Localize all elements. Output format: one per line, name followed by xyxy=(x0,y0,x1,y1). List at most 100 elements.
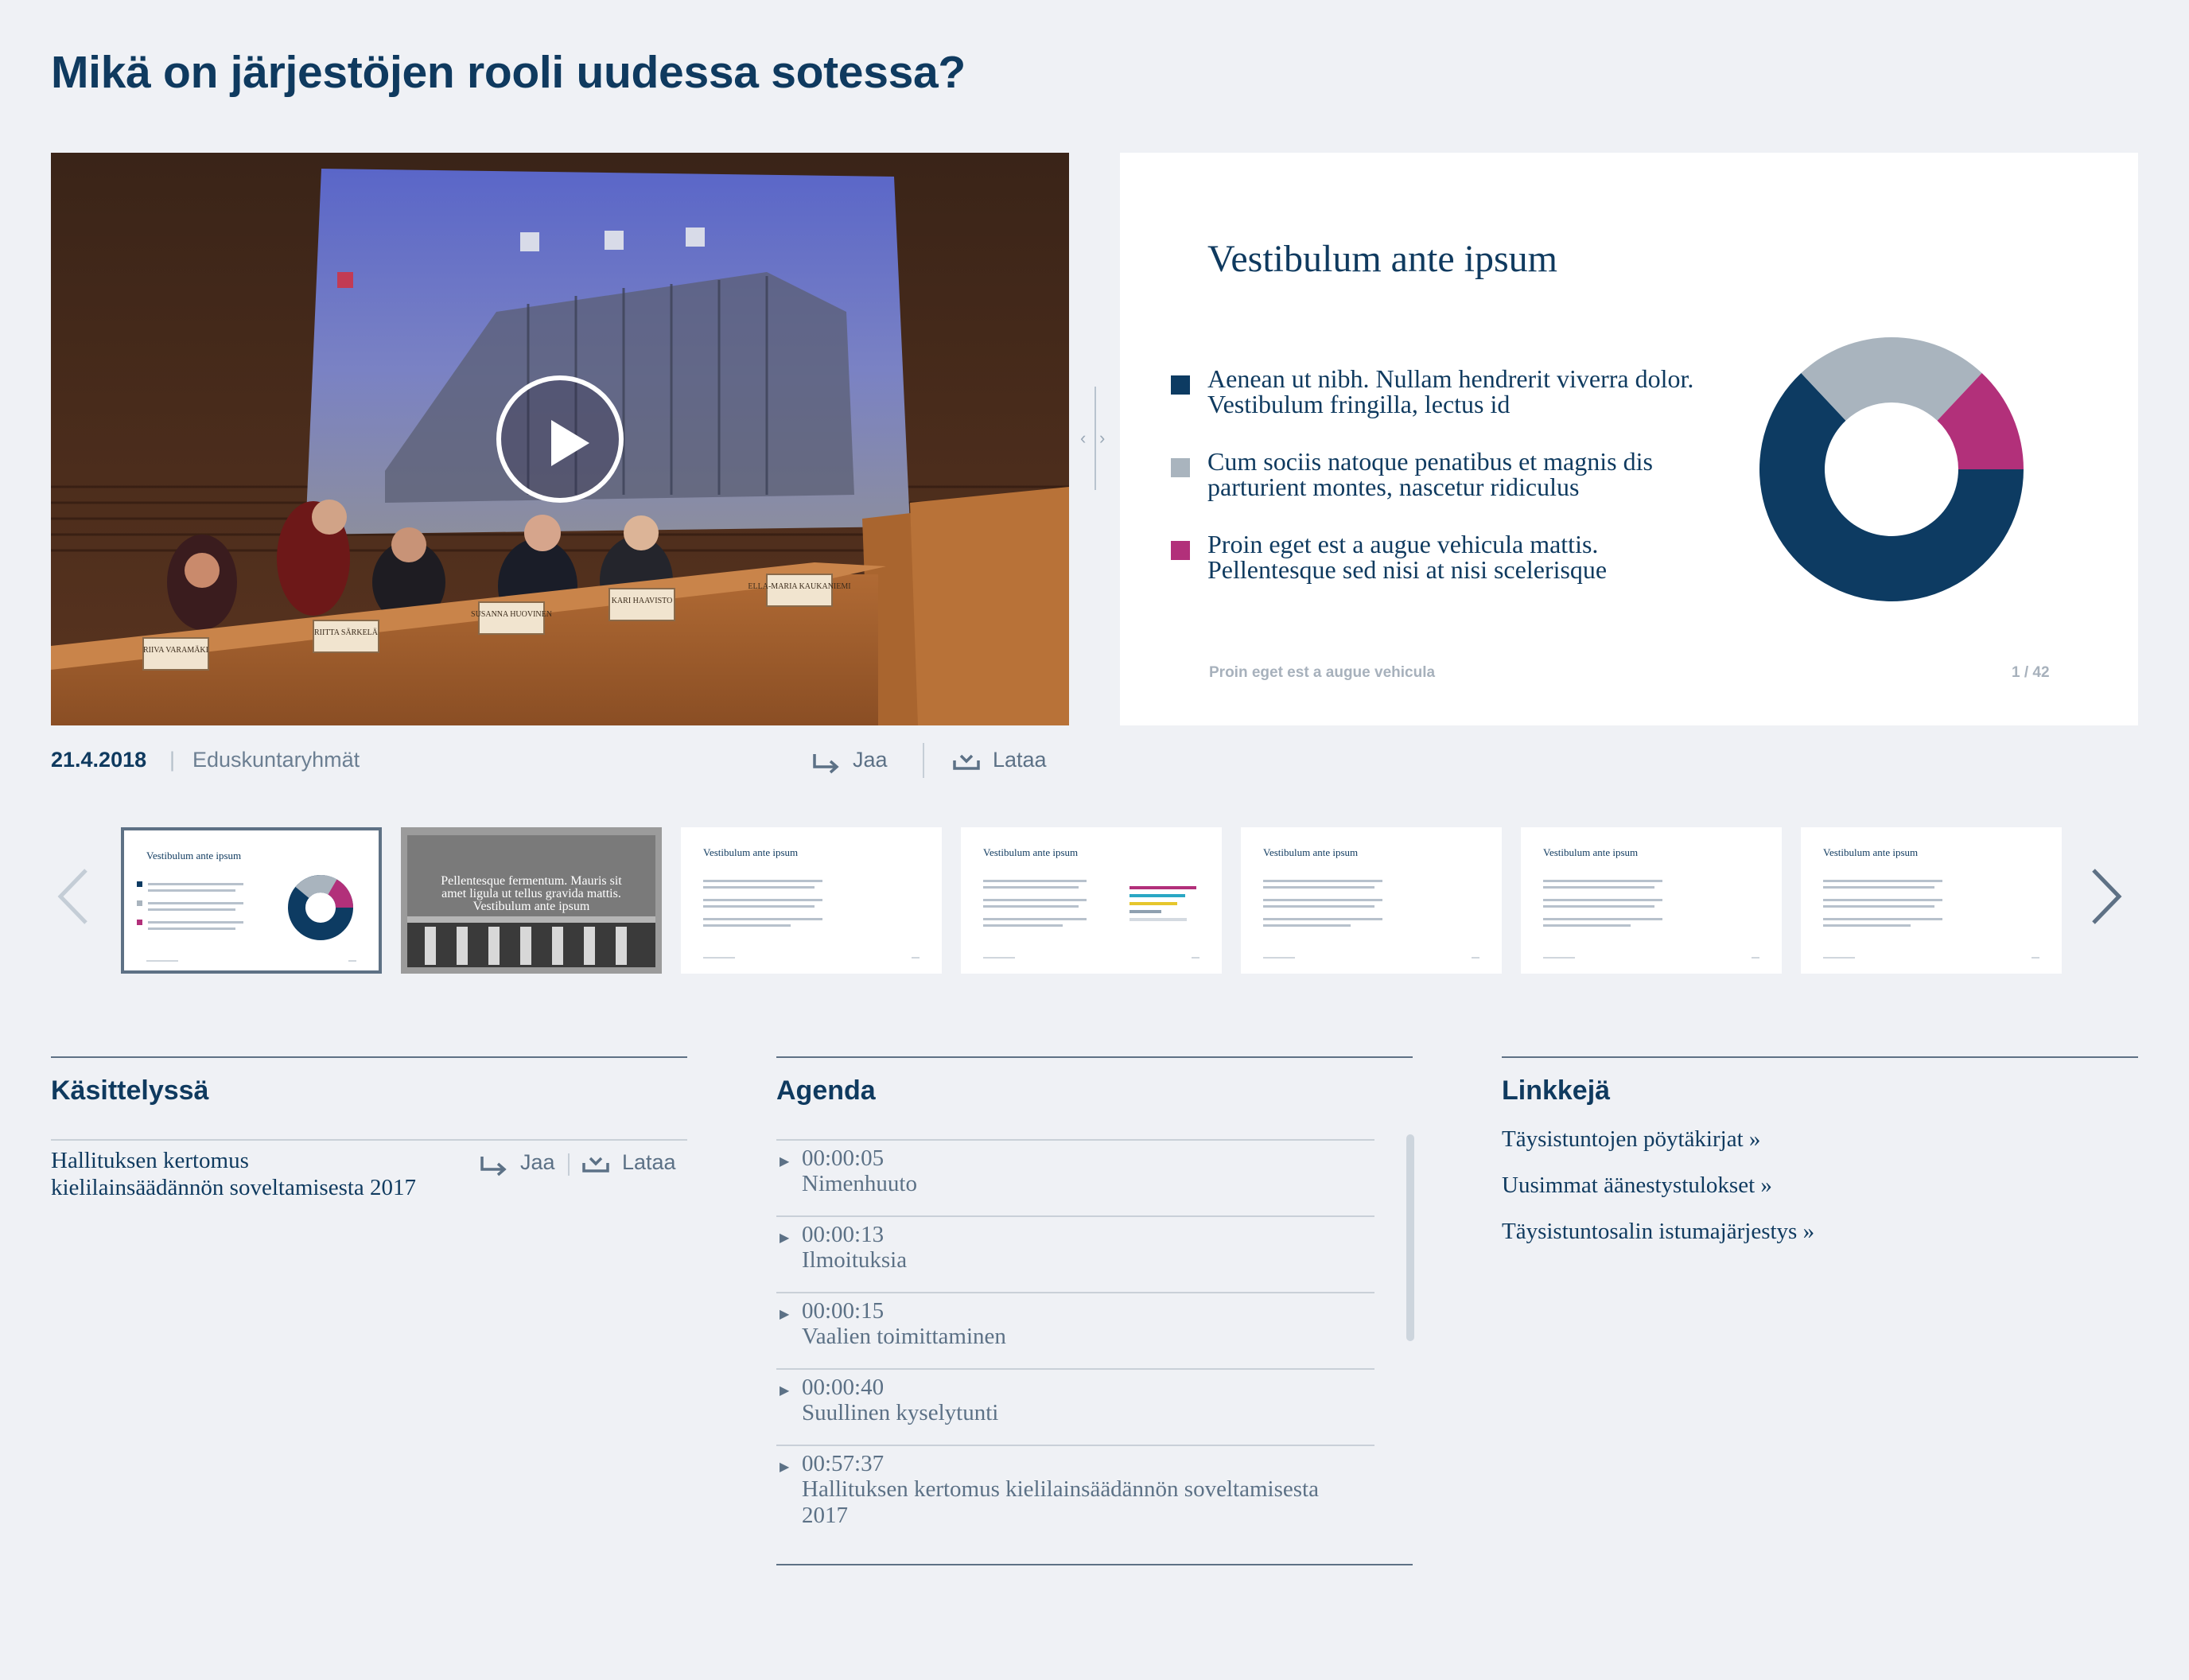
text-line xyxy=(1263,880,1382,882)
bullet-square xyxy=(137,920,142,925)
link-poytakirjat[interactable]: Täysistuntojen pöytäkirjat » xyxy=(1502,1126,1760,1153)
text-line xyxy=(983,905,1079,908)
thumbnail-number xyxy=(1752,957,1759,959)
slide-thumbnail[interactable]: Vestibulum ante ipsum xyxy=(1521,827,1782,974)
slide-thumbnail[interactable]: Vestibulum ante ipsum xyxy=(1801,827,2062,974)
thumbnail-number xyxy=(2032,957,2039,959)
text-line xyxy=(1543,880,1662,882)
page-title: Mikä on järjestöjen rooli uudessa sotess… xyxy=(51,47,966,98)
thumbnail-number xyxy=(912,957,920,959)
agenda-scrollbar[interactable] xyxy=(1406,1134,1414,1341)
text-line xyxy=(1823,899,1942,901)
section-rule xyxy=(776,1056,1413,1058)
section-rule xyxy=(51,1139,687,1141)
chevron-left-icon: ‹ xyxy=(1080,428,1087,448)
agenda-time: 00:00:40 xyxy=(802,1375,885,1400)
text-line xyxy=(983,924,1063,927)
action-divider xyxy=(923,743,924,778)
thumbnail-footer xyxy=(146,960,178,962)
thumbnail-number xyxy=(348,960,356,962)
play-small-icon: ▶ xyxy=(780,1384,790,1398)
donut-chart xyxy=(1759,337,2024,601)
thumbnail-number xyxy=(1472,957,1479,959)
text-line xyxy=(148,902,243,904)
text-line xyxy=(1263,905,1374,908)
share-icon xyxy=(813,754,839,774)
agenda-item[interactable]: ▶ 00:00:05 Nimenhuuto xyxy=(776,1139,1374,1215)
play-small-icon: ▶ xyxy=(780,1231,790,1245)
play-small-icon: ▶ xyxy=(780,1155,790,1169)
handle-line xyxy=(1094,387,1096,490)
agenda-heading: Agenda xyxy=(776,1075,876,1106)
text-line xyxy=(1823,924,1911,927)
bullet-square xyxy=(1171,458,1190,477)
text-line xyxy=(148,889,235,892)
bullet-text: Aenean ut nibh. Nullam hendrerit viverra… xyxy=(1207,364,1694,418)
nameplate-1: RIIVA VARAMÄKI xyxy=(143,645,208,655)
slide-footer: Proin eget est a augue vehicula xyxy=(1209,664,1436,681)
slide-thumbnail[interactable]: Vestibulum ante ipsum xyxy=(1241,827,1502,974)
nameplate-2: RIITTA SÄRKELÄ xyxy=(314,628,379,637)
agenda-time: 00:57:37 xyxy=(802,1451,885,1476)
thumbnail-title: Vestibulum ante ipsum xyxy=(703,846,799,858)
link-aanestystulokset[interactable]: Uusimmat äänestystulokset » xyxy=(1502,1172,1772,1199)
agenda-item[interactable]: ▶ 00:57:37 Hallituksen kertomus kielilai… xyxy=(776,1445,1374,1550)
kasittelyssa-heading: Käsittelyssä xyxy=(51,1075,209,1106)
agenda-item[interactable]: ▶ 00:00:40 Suullinen kyselytunti xyxy=(776,1368,1374,1445)
text-line xyxy=(148,883,243,885)
text-line xyxy=(1823,886,1934,889)
download-label: Lataa xyxy=(993,748,1047,772)
text-line xyxy=(703,918,822,920)
agenda-title: Suullinen kyselytunti xyxy=(802,1400,999,1425)
video-player[interactable]: RIIVA VARAMÄKI RIITTA SÄRKELÄ SUSANNA HU… xyxy=(51,153,1069,725)
bullet-text: Proin eget est a augue vehicula mattis. … xyxy=(1207,530,1608,584)
thumbnail-number xyxy=(1192,957,1199,959)
agenda-title: Nimenhuuto xyxy=(802,1171,917,1196)
thumbnail-donut xyxy=(288,874,354,940)
text-line xyxy=(1263,924,1351,927)
agenda-title: Hallituksen kertomus kielilainsäädännön … xyxy=(802,1476,1319,1528)
chevron-right-icon[interactable] xyxy=(2089,867,2124,926)
agenda-item[interactable]: ▶ 00:00:15 Vaalien toimittaminen xyxy=(776,1292,1374,1368)
share-icon xyxy=(480,1157,507,1176)
link-istumajarjestys[interactable]: Täysistuntosalin istumajärjestys » xyxy=(1502,1219,1814,1245)
recording-group[interactable]: Eduskuntaryhmät xyxy=(192,748,360,772)
play-small-icon: ▶ xyxy=(780,1460,790,1474)
play-button[interactable] xyxy=(496,375,624,503)
recording-date: 21.4.2018 xyxy=(51,748,147,772)
text-line xyxy=(983,880,1087,882)
thumbnail-footer xyxy=(703,957,735,959)
nameplate-5: ELLA-MARIA KAUKANIEMI xyxy=(748,582,850,591)
slide-preview: Vestibulum ante ipsum Aenean ut nibh. Nu… xyxy=(1120,153,2138,725)
text-line xyxy=(1823,918,1942,920)
slide-thumbnail[interactable]: Vestibulum ante ipsum xyxy=(681,827,942,974)
bullet-text: Cum sociis natoque penatibus et magnis d… xyxy=(1207,447,1653,501)
split-resize-handle[interactable]: ‹ › xyxy=(1080,387,1106,490)
agenda-title: Vaalien toimittaminen xyxy=(802,1324,1006,1349)
action-divider xyxy=(568,1153,570,1176)
text-line xyxy=(1543,899,1662,901)
text-line xyxy=(983,899,1087,901)
agenda-item[interactable]: ▶ 00:00:13 Ilmoituksia xyxy=(776,1215,1374,1292)
current-item-title[interactable]: Hallituksen kertomus kielilainsäädännön … xyxy=(51,1147,417,1201)
text-line xyxy=(1263,886,1374,889)
text-line xyxy=(703,899,822,901)
download-icon xyxy=(582,1157,609,1172)
text-line xyxy=(703,880,822,882)
slide-title: Vestibulum ante ipsum xyxy=(1207,238,1557,280)
slide-thumbnail[interactable]: Vestibulum ante ipsum xyxy=(121,827,382,974)
agenda-time: 00:00:13 xyxy=(802,1222,885,1247)
slide-thumbnail[interactable]: Pellentesque fermentum. Mauris sit amet … xyxy=(401,827,662,974)
chevron-left-icon[interactable] xyxy=(56,867,91,926)
chevron-right-icon: › xyxy=(1099,428,1106,448)
thumbnail-title: Vestibulum ante ipsum xyxy=(1543,846,1639,858)
slide-thumbnail[interactable]: Vestibulum ante ipsum xyxy=(961,827,1222,974)
agenda-title: Ilmoituksia xyxy=(802,1247,908,1273)
nameplate-4: KARI HAAVISTO xyxy=(612,597,673,605)
text-line xyxy=(703,905,815,908)
links-heading: Linkkejä xyxy=(1502,1075,1611,1106)
text-line xyxy=(1543,905,1654,908)
text-line xyxy=(1823,905,1934,908)
bullet-square xyxy=(1171,375,1190,395)
thumbnail-footer xyxy=(1263,957,1295,959)
